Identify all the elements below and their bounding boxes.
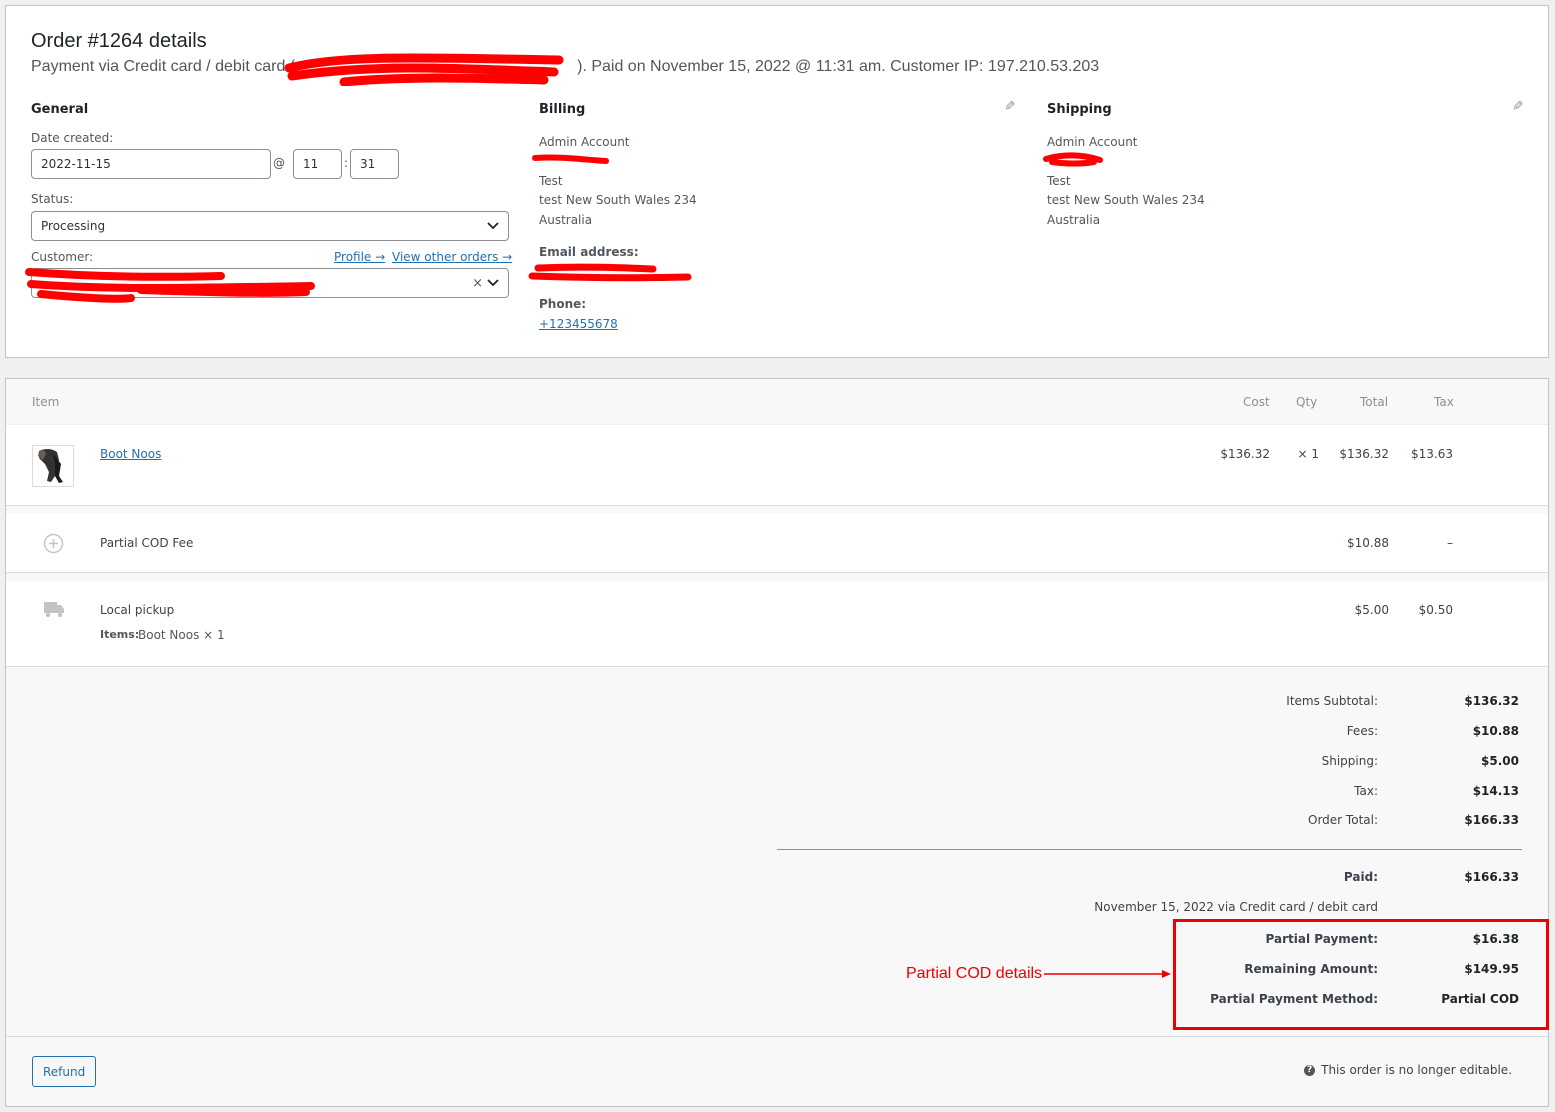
help-icon[interactable]: ? [1304,1064,1316,1076]
header-cost: Cost [1243,395,1270,409]
product-name-link[interactable]: Boot Noos [100,447,161,461]
time-colon: : [344,156,349,170]
status-value: Processing [41,219,106,233]
customer-label: Customer: [31,250,94,264]
paid-label: Paid: [1343,870,1378,884]
fee-total: $10.88 [1347,536,1389,550]
redaction-scribble [532,154,609,164]
redaction-scribble [528,263,692,282]
general-heading: General [31,102,89,117]
totals-separator [777,849,1522,850]
phone-label: Phone: [539,297,587,311]
items-subtotal-label: Items Subtotal: [1286,694,1378,708]
order-title: Order #1264 details [31,30,207,52]
order-data-panel: Order #1264 details Payment via Credit c… [5,5,1549,358]
billing-line1: Test [539,174,563,188]
chevron-down-icon [487,219,499,233]
shipping-method-name: Local pickup [100,603,175,617]
status-select[interactable]: Processing [31,211,509,241]
product-thumbnail [32,445,74,487]
shipping-items-label: Items: [100,628,140,641]
view-other-orders-link[interactable]: View other orders → [392,250,512,264]
shipping-total-value: $5.00 [1481,754,1519,768]
billing-name: Admin Account [539,135,630,149]
truck-icon [43,600,65,622]
shipping-line1: Test [1047,174,1071,188]
order-total-label: Order Total: [1308,813,1378,827]
items-table-header: Item Cost Qty Total Tax [6,379,1548,425]
section-divider [6,573,1548,581]
billing-phone-link[interactable]: +123455678 [539,317,618,331]
tax-total-value: $14.13 [1472,784,1519,798]
edit-shipping-pencil-icon[interactable]: ✎ [1509,100,1524,111]
annotation-highlight-box [1173,919,1549,1030]
refund-button[interactable]: Refund [32,1056,97,1087]
not-editable-text: This order is no longer editable. [1321,1063,1512,1077]
header-total: Total [1360,395,1389,409]
order-subtitle: Payment via Credit card / debit card ().… [31,58,1099,76]
product-total: $136.32 [1339,447,1389,461]
shipping-line3: Australia [1047,213,1101,227]
paid-value: $166.33 [1464,870,1519,884]
shipping-total-label: Shipping: [1321,754,1378,768]
product-cost: $136.32 [1220,447,1270,461]
tax-total-label: Tax: [1354,784,1378,798]
shipping-name: Admin Account [1047,135,1138,149]
shipping-tax: $0.50 [1418,603,1453,617]
not-editable-notice: ? This order is no longer editable. [1304,1063,1512,1077]
date-created-label: Date created: [31,131,114,145]
line-item-row: Boot Noos $136.32 × 1 $136.32 $13.63 [6,425,1548,506]
order-items-panel: Item Cost Qty Total Tax Boot Noos $136.3… [5,378,1549,1107]
redaction-scribble [1043,152,1103,167]
fee-tax: – [1447,536,1453,550]
chevron-down-icon [487,276,499,290]
product-tax: $13.63 [1411,447,1453,461]
plus-circle-icon [43,533,64,558]
edit-billing-pencil-icon[interactable]: ✎ [1001,100,1016,111]
email-label: Email address: [539,245,639,259]
section-divider [6,506,1548,514]
shipping-line2: test New South Wales 234 [1047,193,1205,207]
fees-label: Fees: [1346,724,1378,738]
clear-selection-icon[interactable]: × [472,276,483,291]
order-actions-footer: Refund ? This order is no longer editabl… [6,1036,1548,1106]
shipping-heading: Shipping [1047,102,1112,117]
fee-name: Partial COD Fee [100,536,194,550]
billing-heading: Billing [539,102,586,117]
product-qty: × 1 [1297,447,1319,461]
fee-row: Partial COD Fee $10.88 – [6,514,1548,573]
subtitle-prefix: Payment via Credit card / debit card ( [31,58,296,75]
items-subtotal-value: $136.32 [1464,694,1519,708]
profile-link[interactable]: Profile → [334,250,385,264]
at-sign: @ [273,156,285,170]
status-label: Status: [31,192,74,206]
hour-input[interactable]: 11 [293,149,342,179]
fees-value: $10.88 [1472,724,1519,738]
shipping-row: Local pickup Items: Boot Noos × 1 $5.00 … [6,581,1548,666]
shipping-items-value: Boot Noos × 1 [138,628,225,642]
subtitle-suffix: ). Paid on November 15, 2022 @ 11:31 am.… [577,58,1100,75]
minute-input[interactable]: 31 [350,149,399,179]
annotation-label: Partial COD details [906,965,1043,982]
header-qty: Qty [1296,395,1318,409]
billing-line2: test New South Wales 234 [539,193,697,207]
order-total-value: $166.33 [1464,813,1519,827]
header-tax: Tax [1434,395,1454,409]
date-created-input[interactable]: 2022-11-15 [31,149,271,179]
paid-note: November 15, 2022 via Credit card / debi… [1094,900,1378,914]
customer-select[interactable]: × [31,268,509,298]
shipping-total: $5.00 [1354,603,1389,617]
billing-line3: Australia [539,213,593,227]
header-item: Item [32,395,60,409]
